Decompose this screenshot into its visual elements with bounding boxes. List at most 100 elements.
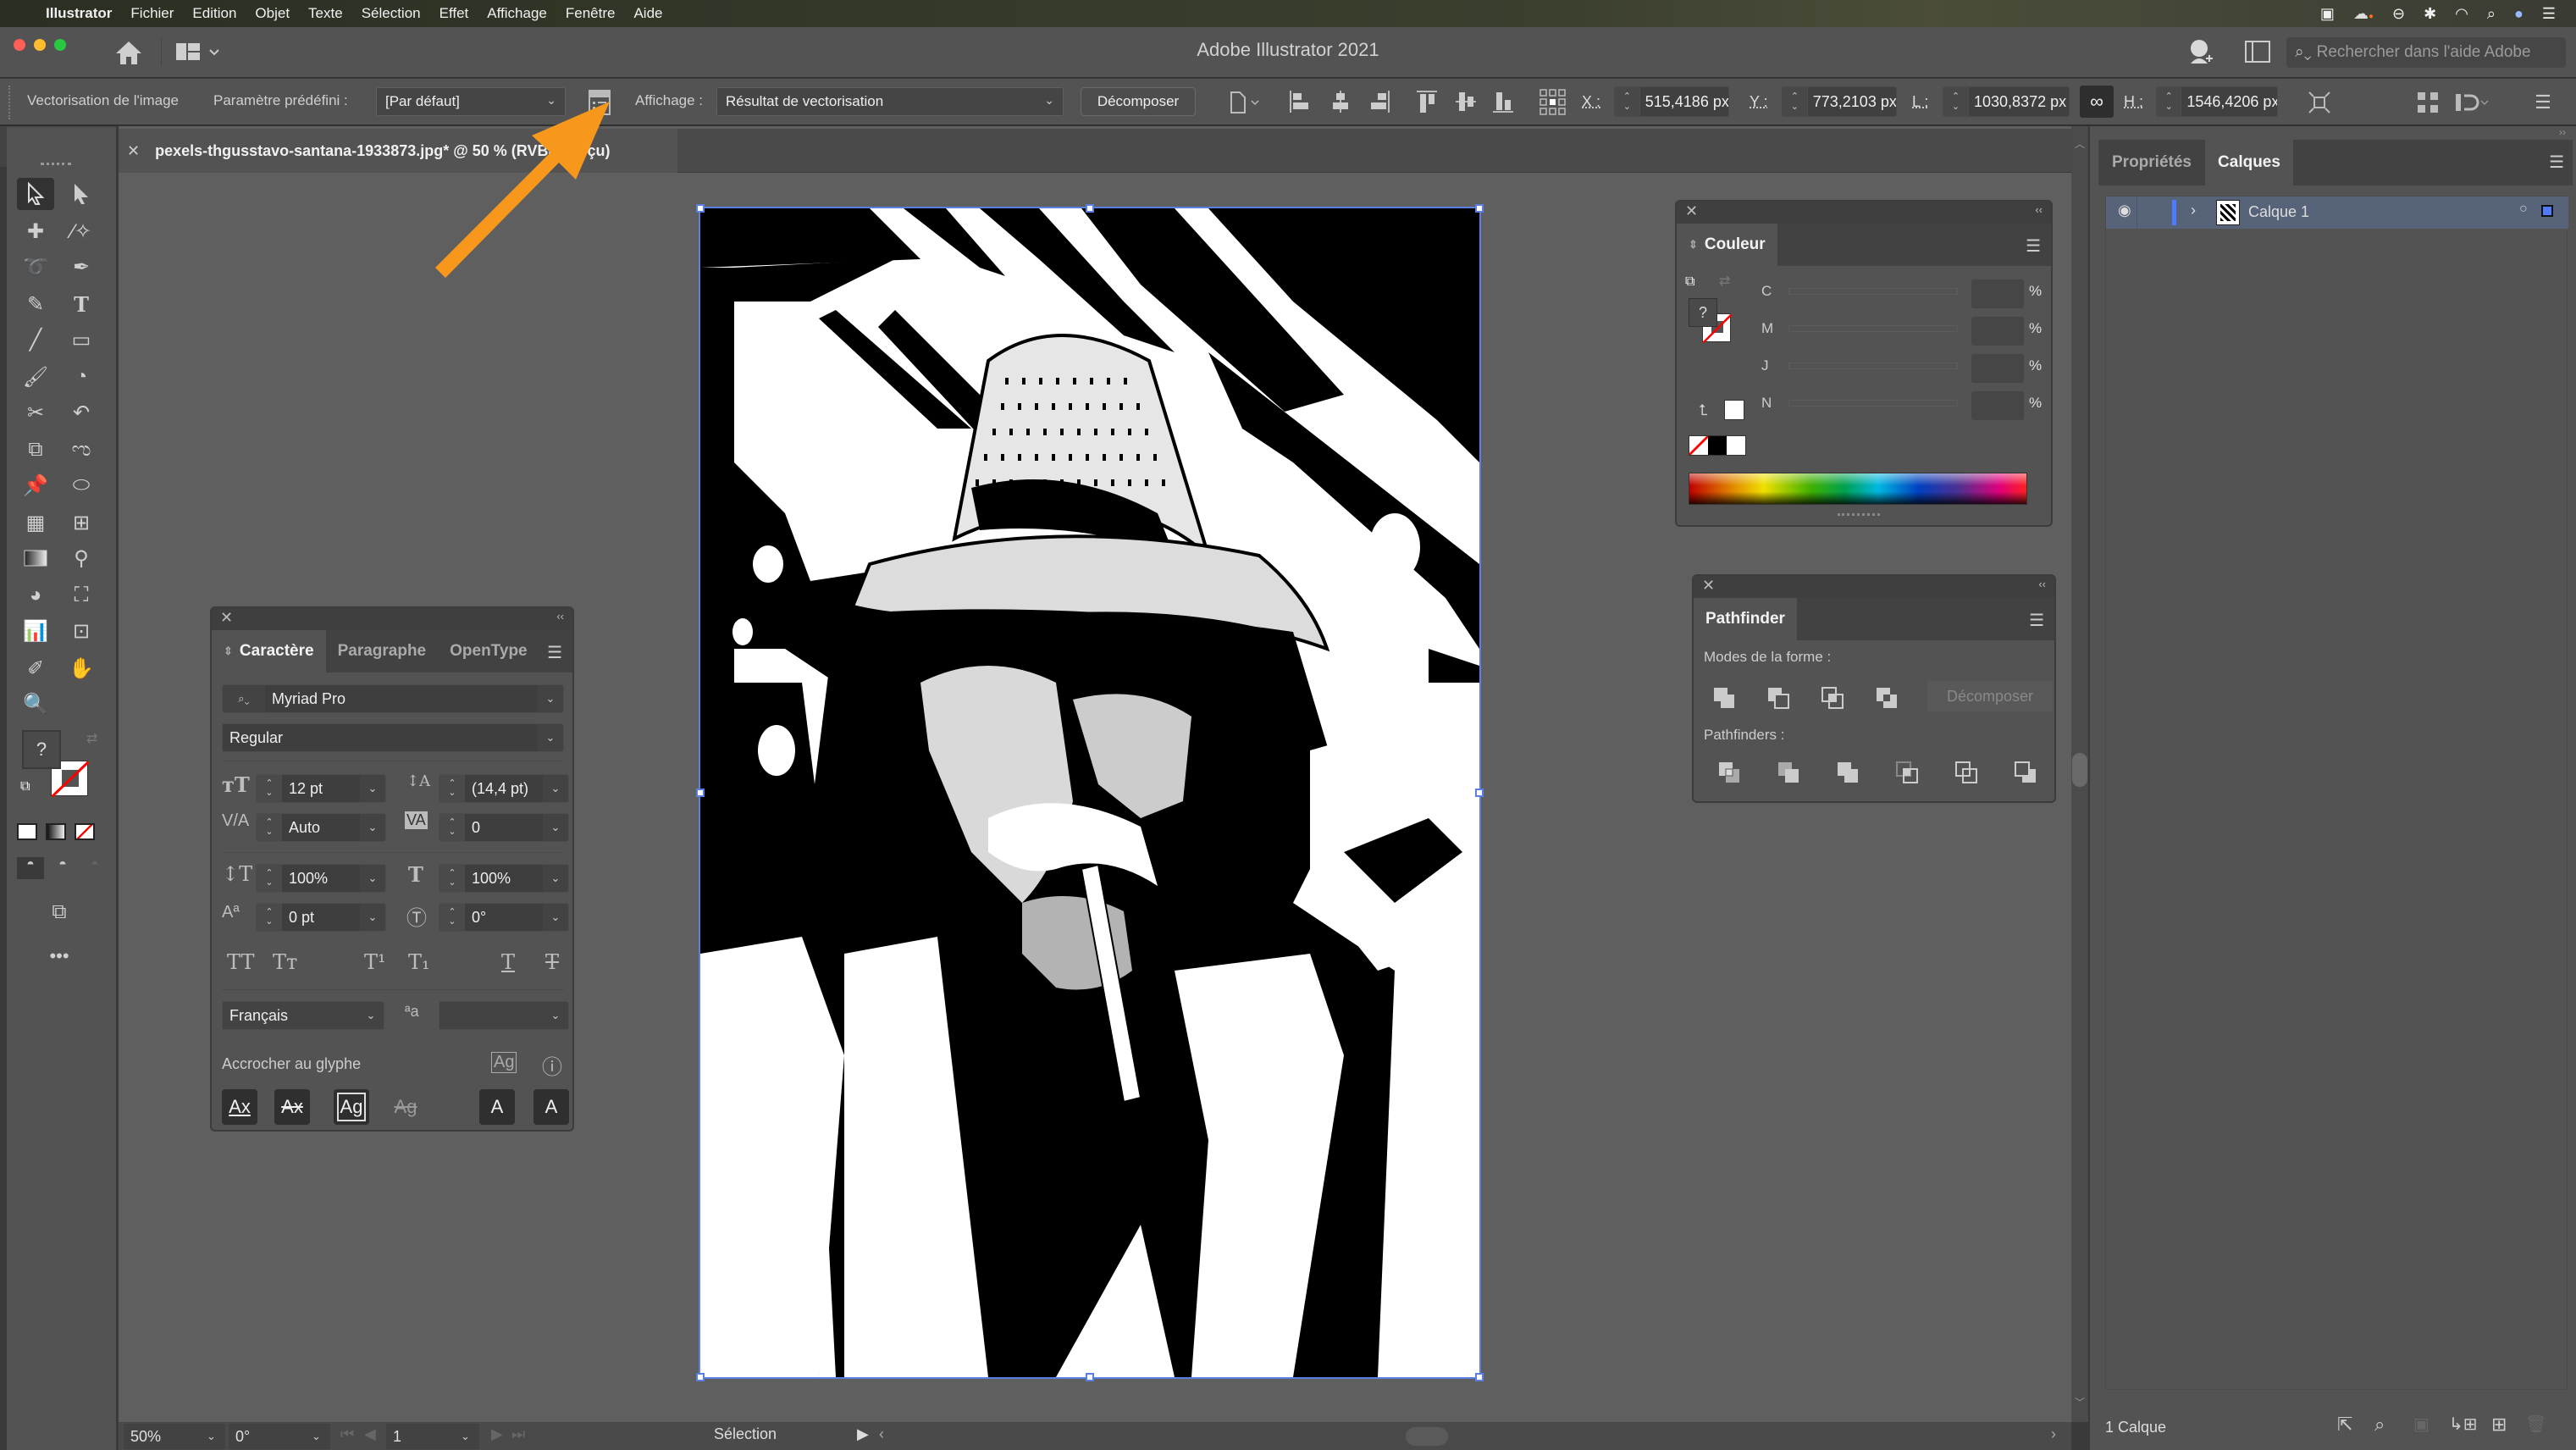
fill-stroke-widget[interactable]: ? ⇄ ⧉ <box>15 730 108 806</box>
subscript-button[interactable]: T₁ <box>408 950 430 974</box>
panel-menu-icon[interactable]: ☰ <box>2029 610 2044 631</box>
expand-button[interactable]: Décomposer <box>1081 87 1196 116</box>
hand-tool[interactable]: ✋ <box>63 652 100 684</box>
rotation-dropdown-chevron[interactable]: ⌄ <box>305 1424 330 1449</box>
lasso-tool[interactable]: ➰ <box>17 251 54 283</box>
align-to-icon[interactable] <box>1228 89 1262 114</box>
control-bar-menu-icon[interactable]: ☰ <box>2530 91 2556 114</box>
snap-baseline-button[interactable]: Ax <box>222 1089 257 1125</box>
locate-object-icon[interactable]: ⌕ <box>2374 1414 2385 1436</box>
menu-edition[interactable]: Edition <box>192 5 236 22</box>
horizontal-scale-field[interactable]: ⌃ ⌄ 100% ⌄ <box>439 864 569 893</box>
menu-affichage[interactable]: Affichage <box>487 5 547 22</box>
magenta-value-field[interactable] <box>1971 317 2024 346</box>
close-panel-icon[interactable]: ✕ <box>220 609 233 627</box>
black-value-field[interactable] <box>1971 391 2024 420</box>
bbox-handle-bottom-right[interactable] <box>1475 1373 1484 1381</box>
black-swatch[interactable] <box>1708 436 1727 455</box>
scroll-down-icon[interactable]: ﹀ <box>2075 1395 2085 1409</box>
scissors-tool[interactable]: ✂ <box>17 396 54 429</box>
default-fill-stroke-icon[interactable]: ⧉ <box>20 779 30 794</box>
constrain-proportions-link-icon[interactable]: ∞ <box>2080 86 2114 118</box>
layer-selection-indicator[interactable] <box>2541 205 2553 217</box>
merge-icon[interactable] <box>1834 759 1861 786</box>
export-icon[interactable]: ⇱ <box>2337 1414 2352 1436</box>
superscript-button[interactable]: T¹ <box>364 950 386 974</box>
tab-opentype[interactable]: OpenType <box>438 630 539 672</box>
draw-normal-icon[interactable]: ◓ <box>17 857 44 879</box>
selection-tool[interactable] <box>17 178 54 210</box>
tab-proprietes[interactable]: Propriétés <box>2098 140 2205 185</box>
color-mode-none[interactable] <box>75 823 95 840</box>
close-panel-icon[interactable]: ✕ <box>1685 202 1698 220</box>
view-dropdown[interactable]: Résultat de vectorisation ⌄ <box>716 87 1064 116</box>
scrollbar-thumb[interactable] <box>2072 753 2087 787</box>
cyan-slider[interactable] <box>1788 288 1958 295</box>
help-search-input[interactable]: ⌕⌄ Rechercher dans l'aide Adobe <box>2286 37 2566 68</box>
shaper-tool[interactable]: ◔ <box>63 361 100 393</box>
new-layer-icon[interactable]: ⊞ <box>2491 1414 2507 1436</box>
close-tab-icon[interactable]: ✕ <box>127 142 140 160</box>
close-panel-icon[interactable]: ✕ <box>1702 577 1715 595</box>
collapse-panel-icon[interactable]: ‹‹ <box>2038 578 2046 590</box>
expand-options-icon[interactable]: ⇕ <box>1689 238 1698 252</box>
yellow-value-field[interactable] <box>1971 354 2024 383</box>
last-artboard-icon[interactable]: ⏭ <box>511 1425 525 1443</box>
black-slider[interactable] <box>1788 400 1958 407</box>
magic-wand-tool[interactable]: ⁄✧ <box>63 215 100 247</box>
rotate-tool[interactable]: ↶ <box>63 396 100 429</box>
snap-anchor-point-button[interactable]: A <box>533 1089 569 1125</box>
align-right-icon[interactable] <box>1367 89 1392 114</box>
canvas-vertical-scrollbar[interactable]: ︿ ﹀ <box>2071 126 2088 1422</box>
screen-record-icon[interactable]: ▣ <box>2320 5 2335 23</box>
none-swatch[interactable] <box>1689 436 1708 455</box>
warp-tool[interactable]: ಌ <box>63 434 100 466</box>
anti-aliasing-dropdown[interactable]: ⌄ <box>439 1001 569 1030</box>
symbol-sprayer-tool[interactable]: ⛶ <box>63 579 100 612</box>
menu-aide[interactable]: Aide <box>633 5 662 22</box>
color-mode-color[interactable] <box>17 823 37 840</box>
perspective-grid-tool[interactable]: ▦ <box>17 506 54 539</box>
pathfinder-expand-button[interactable]: Décomposer <box>1927 681 2053 711</box>
next-artboard-icon[interactable]: ▶ <box>491 1425 503 1443</box>
shape-builder-tool[interactable]: ⬭ <box>63 469 100 501</box>
curvature-tool[interactable]: ✎ <box>17 288 54 320</box>
align-top-icon[interactable] <box>1414 89 1440 114</box>
tab-pathfinder[interactable]: Pathfinder <box>1694 598 1797 640</box>
isolate-group-icon[interactable] <box>2413 89 2442 116</box>
info-icon[interactable]: ⓘ <box>542 1050 562 1080</box>
layer-target-icon[interactable]: ○ <box>2519 202 2528 217</box>
siri-icon[interactable]: ● <box>2514 5 2523 23</box>
bbox-handle-middle-left[interactable] <box>696 789 705 797</box>
color-mode-gradient[interactable] <box>46 823 66 840</box>
intersect-icon[interactable] <box>1819 684 1846 711</box>
draw-inside-icon[interactable]: ◓ <box>81 857 108 879</box>
menu-fichier[interactable]: Fichier <box>130 5 174 22</box>
eyedropper-tool[interactable]: ⚲ <box>63 542 100 574</box>
artboard-dropdown-chevron[interactable]: ⌄ <box>454 1424 479 1449</box>
artboard-tool[interactable]: ⊡ <box>63 615 100 647</box>
tab-caractere[interactable]: ⇕ Caractère <box>212 630 326 672</box>
sync-icon[interactable]: ⊖ <box>2392 5 2405 23</box>
delete-layer-icon[interactable]: 🗑 <box>2525 1414 2546 1435</box>
transform-icon[interactable] <box>2305 89 2334 116</box>
edit-toolbar-icon[interactable]: ••• <box>41 940 78 972</box>
x-field[interactable]: ⌃ ⌄ 515,4186 px <box>1614 86 1729 117</box>
panel-menu-icon[interactable]: ☰ <box>2026 235 2041 257</box>
exclude-icon[interactable] <box>1873 684 1900 711</box>
menu-selection[interactable]: Sélection <box>362 5 421 22</box>
all-caps-button[interactable]: TT <box>227 950 254 974</box>
outline-icon[interactable] <box>1953 759 1980 786</box>
leading-field[interactable]: ⌃ ⌄ (14,4 pt) ⌄ <box>439 774 569 803</box>
spotlight-search-icon[interactable]: ⌕ <box>2487 5 2496 23</box>
bbox-handle-bottom-center[interactable] <box>1086 1373 1094 1381</box>
arrange-icon[interactable] <box>2452 89 2495 116</box>
control-center-icon[interactable]: ☰ <box>2542 5 2556 23</box>
align-vertical-center-icon[interactable] <box>1453 89 1479 114</box>
cyan-value-field[interactable] <box>1971 279 2024 308</box>
glyph-bounds-icon[interactable]: Ag <box>491 1052 517 1073</box>
chevron-down-icon[interactable]: ⌄ <box>538 692 563 706</box>
line-segment-tool[interactable]: ╱ <box>17 324 54 356</box>
unite-icon[interactable] <box>1711 684 1738 711</box>
snap-glyph-bounds-button[interactable]: Ag <box>334 1089 369 1125</box>
